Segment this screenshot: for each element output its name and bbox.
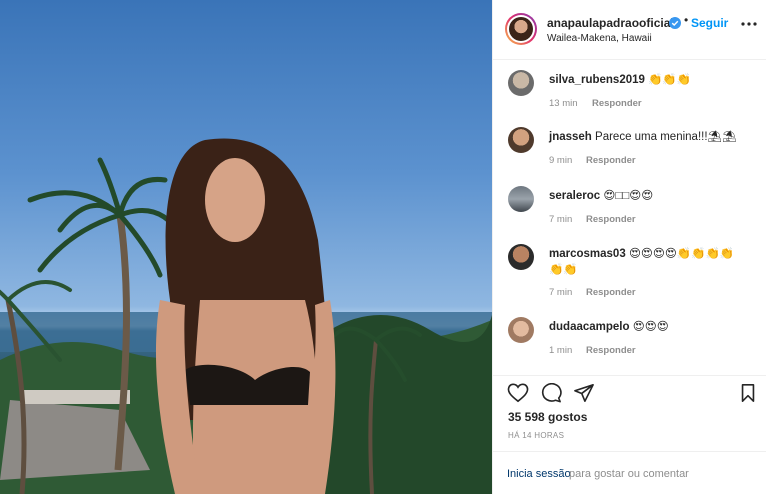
post-sidebar: anapaulapadraooficial • Seguir Wailea-Ma… xyxy=(492,0,766,494)
share-icon[interactable] xyxy=(573,383,595,403)
avatar-image xyxy=(509,17,533,41)
comment-time: 7 min xyxy=(549,287,573,298)
author-avatar[interactable] xyxy=(505,13,537,45)
comment-text: seraleroc 😍□□😍😍 xyxy=(549,188,653,202)
heart-icon[interactable] xyxy=(507,383,529,403)
post-timestamp: HÁ 14 HORAS xyxy=(508,431,565,440)
login-prompt-text: para gostar ou comentar xyxy=(569,468,689,480)
comment-text: marcosmas03 😍😍😍😍👏👏👏👏 xyxy=(549,246,734,260)
reply-button[interactable]: Responder xyxy=(592,98,642,109)
photo-scene xyxy=(0,138,492,494)
avatar-ring-inner xyxy=(507,15,535,43)
comment-text: jnasseh Parece uma menina!!!⛱⛱ xyxy=(549,129,737,143)
instagram-post-view: anapaulapadraooficial • Seguir Wailea-Ma… xyxy=(0,0,766,494)
post-location[interactable]: Wailea-Makena, Hawaii xyxy=(547,33,652,44)
comment-message: Parece uma menina!!!⛱⛱ xyxy=(595,131,737,143)
post-photo[interactable] xyxy=(0,0,492,494)
comment-time: 9 min xyxy=(549,155,573,166)
commenter-avatar[interactable] xyxy=(508,244,534,270)
login-prompt: Inicia sessão para gostar ou comentar xyxy=(493,451,766,494)
comment-text: silva_rubens2019 👏👏👏 xyxy=(549,72,691,86)
commenter-avatar[interactable] xyxy=(508,186,534,212)
likes-count[interactable]: 35 598 gostos xyxy=(508,410,587,424)
header-separator: • xyxy=(684,13,689,27)
verified-badge-icon xyxy=(669,17,681,29)
login-link[interactable]: Inicia sessão xyxy=(507,468,571,480)
reply-button[interactable]: Responder xyxy=(586,214,636,225)
comment-time: 13 min xyxy=(549,98,578,109)
comment-username[interactable]: marcosmas03 xyxy=(549,248,626,260)
comment-message: 😍😍😍😍👏👏👏👏 xyxy=(628,248,735,260)
comment-message: 😍□□😍😍 xyxy=(603,190,654,202)
comments-list[interactable]: silva_rubens2019 👏👏👏 13 min Responder jn… xyxy=(493,60,766,375)
comment-icon[interactable] xyxy=(540,383,562,403)
comment-username[interactable]: silva_rubens2019 xyxy=(549,74,645,86)
comment-username[interactable]: jnasseh xyxy=(549,131,592,143)
comment-username[interactable]: seraleroc xyxy=(549,190,600,202)
post-header: anapaulapadraooficial • Seguir Wailea-Ma… xyxy=(493,0,766,60)
bookmark-icon[interactable] xyxy=(740,383,756,403)
comment-text: dudaacampelo 😍😍😍 xyxy=(549,319,669,333)
comment-text-continued: 👏👏 xyxy=(549,262,578,276)
author-username[interactable]: anapaulapadraooficial xyxy=(547,16,674,30)
commenter-avatar[interactable] xyxy=(508,127,534,153)
comment-message-line2: 👏👏 xyxy=(549,264,578,276)
reply-button[interactable]: Responder xyxy=(586,155,636,166)
comment-username[interactable]: dudaacampelo xyxy=(549,321,630,333)
commenter-avatar[interactable] xyxy=(508,70,534,96)
comment-message: 👏👏👏 xyxy=(648,74,692,86)
follow-button[interactable]: Seguir xyxy=(691,16,728,30)
commenter-avatar[interactable] xyxy=(508,317,534,343)
reply-button[interactable]: Responder xyxy=(586,287,636,298)
post-actions: 35 598 gostos HÁ 14 HORAS xyxy=(493,375,766,451)
more-options-icon[interactable] xyxy=(741,22,757,26)
comment-time: 7 min xyxy=(549,214,573,225)
comment-time: 1 min xyxy=(549,345,573,356)
comment-message: 😍😍😍 xyxy=(632,321,669,333)
reply-button[interactable]: Responder xyxy=(586,345,636,356)
